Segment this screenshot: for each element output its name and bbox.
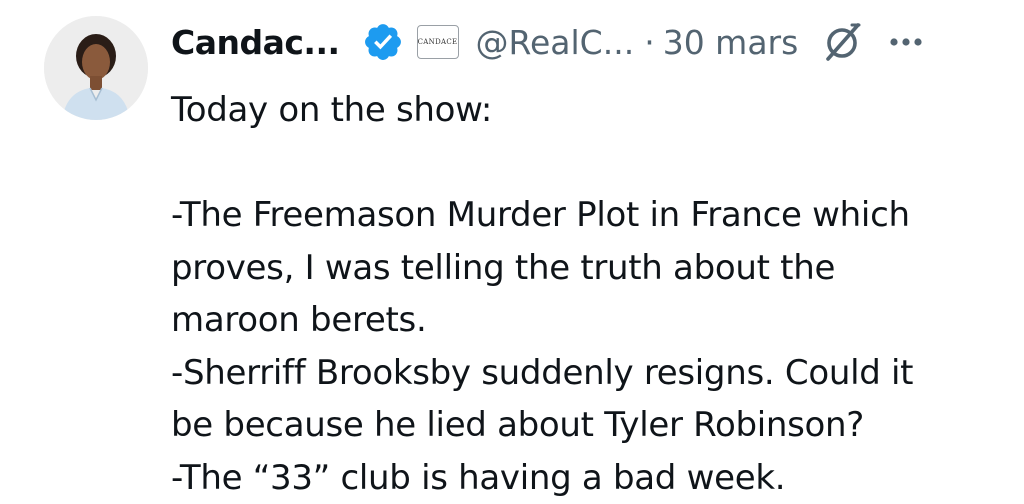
tweet-header: Candac... CANDACE @RealC... · 30 mars (171, 18, 928, 66)
meta-separator: · (644, 23, 655, 62)
tweet-line: -The “33” club is having a bad week. (171, 452, 1001, 504)
grok-icon[interactable] (820, 19, 866, 65)
tweet-text: Today on the show: -The Freemason Murder… (171, 84, 1001, 504)
tweet-line: Today on the show: (171, 84, 1001, 137)
user-handle[interactable]: @RealC... (476, 23, 635, 62)
tweet-line: proves, I was telling the truth about th… (171, 242, 1001, 295)
tweet-line: -The Freemason Murder Plot in France whi… (171, 189, 1001, 242)
more-options-icon[interactable] (884, 20, 928, 64)
tweet-card: Candac... CANDACE @RealC... · 30 mars (0, 0, 1024, 502)
affiliate-badge[interactable]: CANDACE (417, 25, 459, 59)
display-name[interactable]: Candac... (171, 23, 340, 62)
verified-badge-icon[interactable] (362, 21, 404, 63)
tweet-line-blank (171, 137, 1001, 190)
tweet-line: maroon berets. (171, 294, 1001, 347)
tweet-date[interactable]: 30 mars (663, 23, 799, 62)
tweet-line: be because he lied about Tyler Robinson? (171, 399, 1001, 452)
avatar-portrait-icon (44, 16, 148, 120)
avatar[interactable] (44, 16, 148, 120)
affiliate-badge-text: CANDACE (418, 38, 458, 46)
tweet-line: -Sherriff Brooksby suddenly resigns. Cou… (171, 347, 1001, 400)
